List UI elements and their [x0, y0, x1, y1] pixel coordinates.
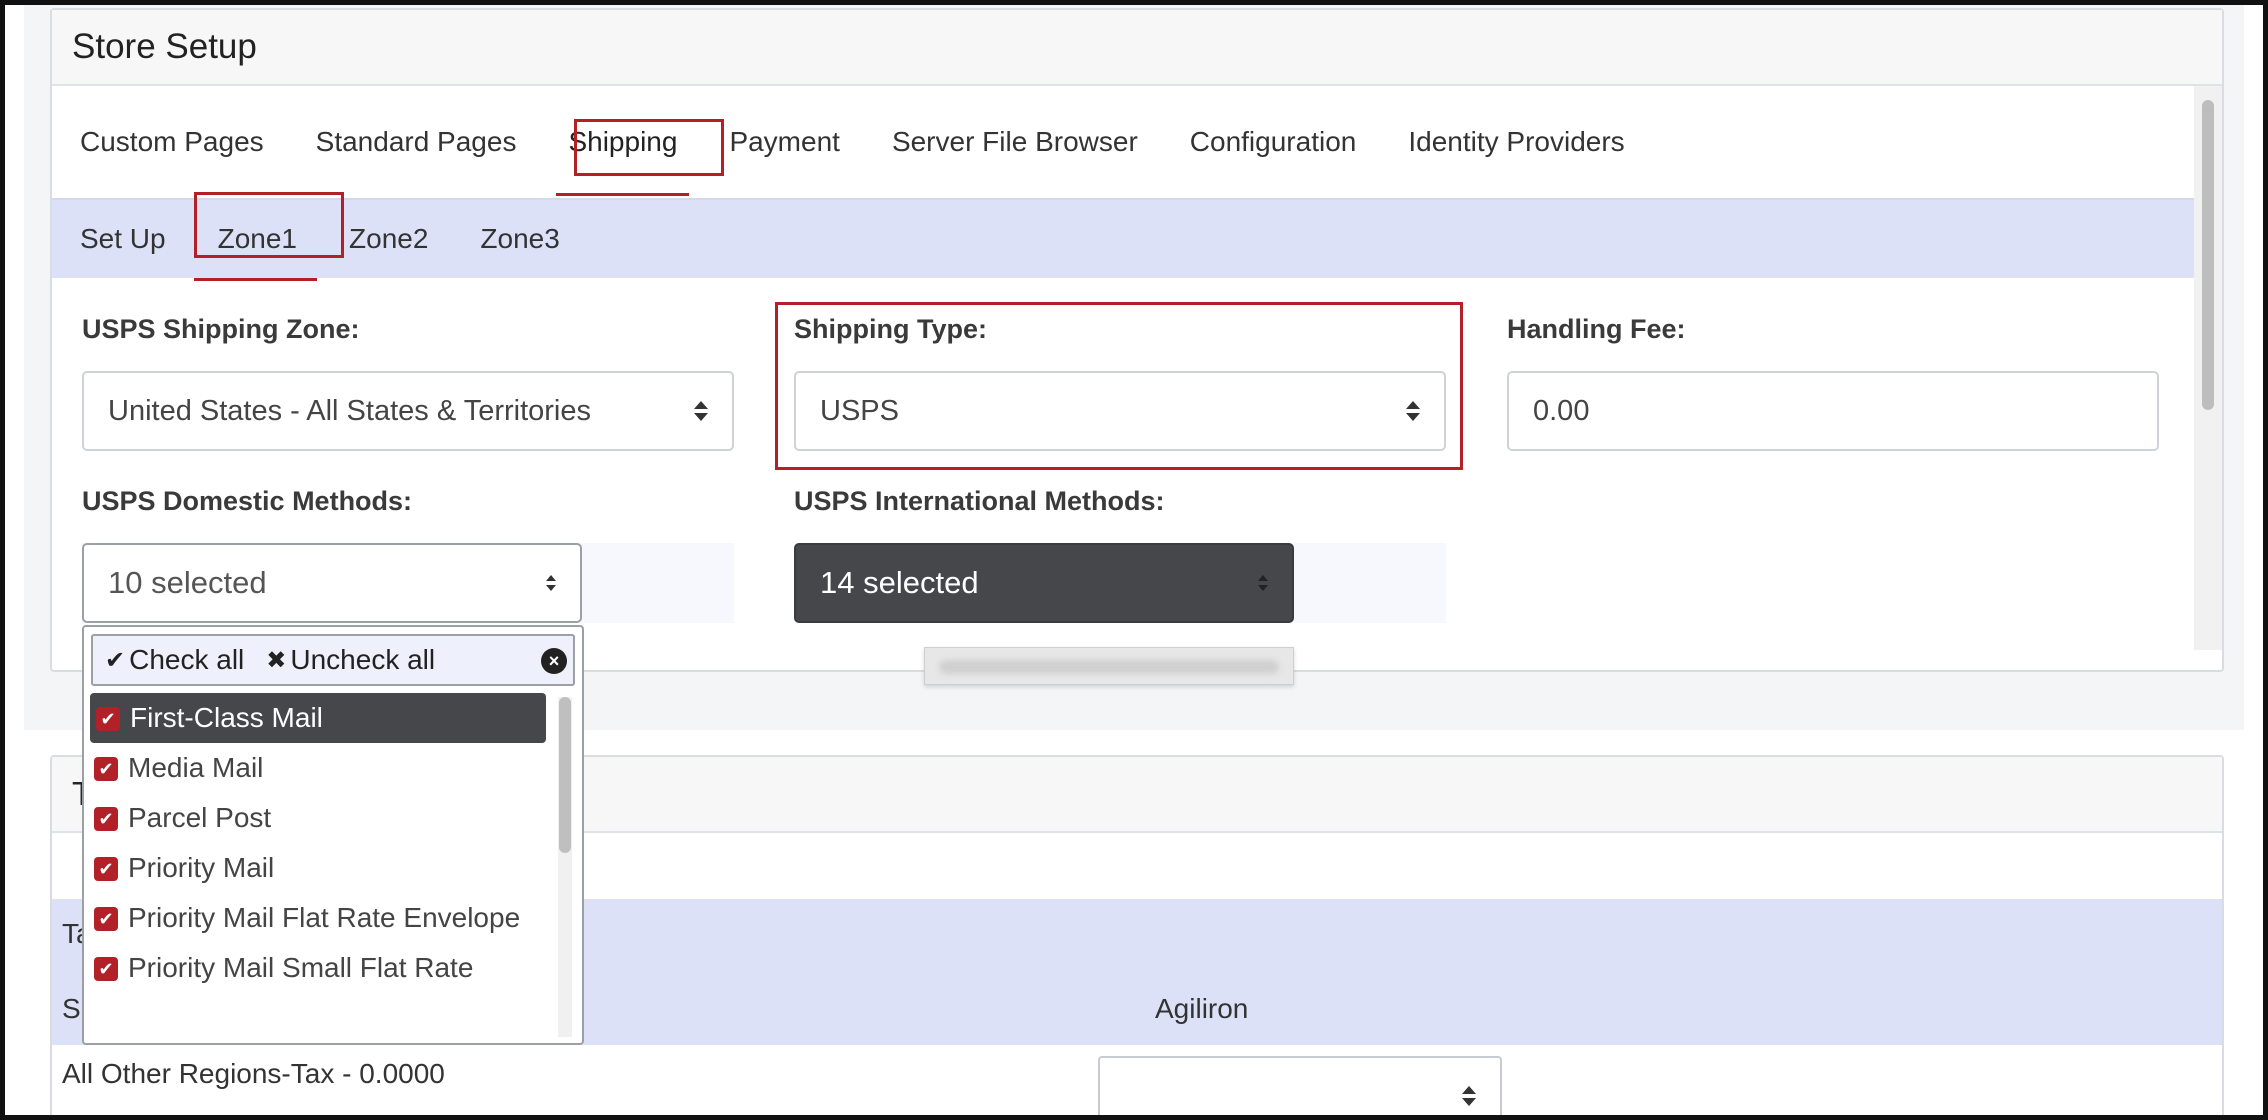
tax-mapping-select[interactable] — [1098, 1056, 1502, 1120]
list-item-label: First-Class Mail — [130, 702, 323, 733]
x-icon: ✖ — [266, 646, 287, 674]
tax-col2-header: Agiliron — [1155, 993, 1249, 1024]
usps-zone-select[interactable]: United States - All States & Territories — [82, 371, 734, 451]
international-methods-multiselect[interactable]: 14 selected — [794, 543, 1294, 623]
subtab-zone2[interactable]: Zone2 — [349, 223, 428, 255]
list-item-priority-small-flat-rate[interactable]: ✔ Priority Mail Small Flat Rate — [84, 943, 554, 993]
dropdown-list: ✔ First-Class Mail ✔ Media Mail ✔ Parcel Po… — [84, 693, 554, 993]
tax-region-row: All Other Regions-Tax - 0.0000 — [62, 1058, 445, 1089]
check-all-button[interactable]: ✔ Check all — [105, 644, 244, 676]
list-item-label: Priority Mail — [128, 852, 275, 883]
handling-fee-input[interactable]: 0.00 — [1507, 371, 2159, 451]
multiselect-caret-icon — [546, 575, 556, 591]
close-circle-icon[interactable]: × — [541, 648, 567, 674]
select-caret-icon — [694, 401, 708, 421]
usps-zone-label: USPS Shipping Zone: — [82, 314, 360, 344]
list-item-priority-mail[interactable]: ✔ Priority Mail — [84, 843, 554, 893]
subtab-zone1[interactable]: Zone1 — [193, 223, 318, 281]
card-scrollbar-thumb[interactable] — [2202, 100, 2214, 410]
list-item-label: Parcel Post — [128, 802, 272, 833]
dropdown-header: ✔ Check all ✖ Uncheck all × — [91, 634, 575, 686]
checkbox-checked-icon[interactable]: ✔ — [94, 857, 118, 881]
domestic-methods-multiselect[interactable]: 10 selected — [82, 543, 582, 623]
subtab-zone3[interactable]: Zone3 — [480, 223, 559, 255]
checkbox-checked-icon[interactable]: ✔ — [94, 757, 118, 781]
check-icon: ✔ — [105, 646, 126, 674]
list-item-label: Media Mail — [128, 752, 264, 783]
list-item-label: Priority Mail Small Flat Rate — [128, 952, 474, 983]
main-tabs: Custom Pages Standard Pages Shipping Pay… — [52, 86, 2196, 200]
tab-standard-pages[interactable]: Standard Pages — [316, 112, 517, 172]
checkbox-checked-icon[interactable]: ✔ — [94, 907, 118, 931]
checkbox-checked-icon[interactable]: ✔ — [94, 957, 118, 981]
list-item-label: Priority Mail Flat Rate Envelope — [128, 902, 521, 933]
checkbox-checked-icon[interactable]: ✔ — [96, 707, 120, 731]
uncheck-all-label: Uncheck all — [290, 644, 436, 675]
tab-server-file-browser[interactable]: Server File Browser — [892, 112, 1138, 172]
tax-col1-header: S — [62, 993, 81, 1024]
usps-zone-value: United States - All States & Territories — [108, 394, 592, 427]
handling-fee-value: 0.00 — [1533, 394, 1590, 427]
domestic-methods-dropdown: ✔ Check all ✖ Uncheck all × ✔ First-Class… — [82, 625, 584, 1045]
zone-subtabs: Set Up Zone1 Zone2 Zone3 — [52, 200, 2196, 281]
shipping-type-value: USPS — [820, 394, 899, 427]
international-methods-value: 14 selected — [820, 565, 979, 600]
card-scrollbar[interactable] — [2194, 86, 2222, 650]
card-header: Store Setup — [52, 10, 2222, 86]
list-item-priority-flat-rate-envelope[interactable]: ✔ Priority Mail Flat Rate Envelope — [84, 893, 554, 943]
handling-fee-label: Handling Fee: — [1507, 314, 1686, 344]
subtab-set-up[interactable]: Set Up — [80, 223, 166, 255]
domestic-methods-value: 10 selected — [108, 565, 267, 600]
select-caret-icon — [1462, 1086, 1476, 1106]
list-item-parcel-post[interactable]: ✔ Parcel Post — [84, 793, 554, 843]
card-title: Store Setup — [72, 27, 257, 66]
list-item-media-mail[interactable]: ✔ Media Mail — [84, 743, 554, 793]
multiselect-caret-icon — [1258, 575, 1268, 591]
tab-payment[interactable]: Payment — [729, 112, 840, 172]
checkbox-checked-icon[interactable]: ✔ — [94, 807, 118, 831]
drag-ghost-bar — [924, 647, 1294, 685]
dropdown-scrollbar-thumb[interactable] — [559, 697, 571, 853]
domestic-methods-label: USPS Domestic Methods: — [82, 486, 413, 516]
list-item-first-class-mail[interactable]: ✔ First-Class Mail — [90, 693, 546, 743]
tab-identity-providers[interactable]: Identity Providers — [1408, 112, 1624, 172]
check-all-label: Check all — [129, 644, 245, 675]
shipping-type-select[interactable]: USPS — [794, 371, 1446, 451]
dropdown-scrollbar[interactable] — [558, 697, 572, 1037]
select-caret-icon — [1406, 401, 1420, 421]
tab-custom-pages[interactable]: Custom Pages — [80, 112, 264, 172]
shipping-type-label: Shipping Type: — [794, 314, 987, 344]
tab-configuration[interactable]: Configuration — [1190, 112, 1357, 172]
international-methods-label: USPS International Methods: — [794, 486, 1165, 516]
tab-shipping[interactable]: Shipping — [556, 112, 690, 196]
uncheck-all-button[interactable]: ✖ Uncheck all — [266, 644, 435, 676]
